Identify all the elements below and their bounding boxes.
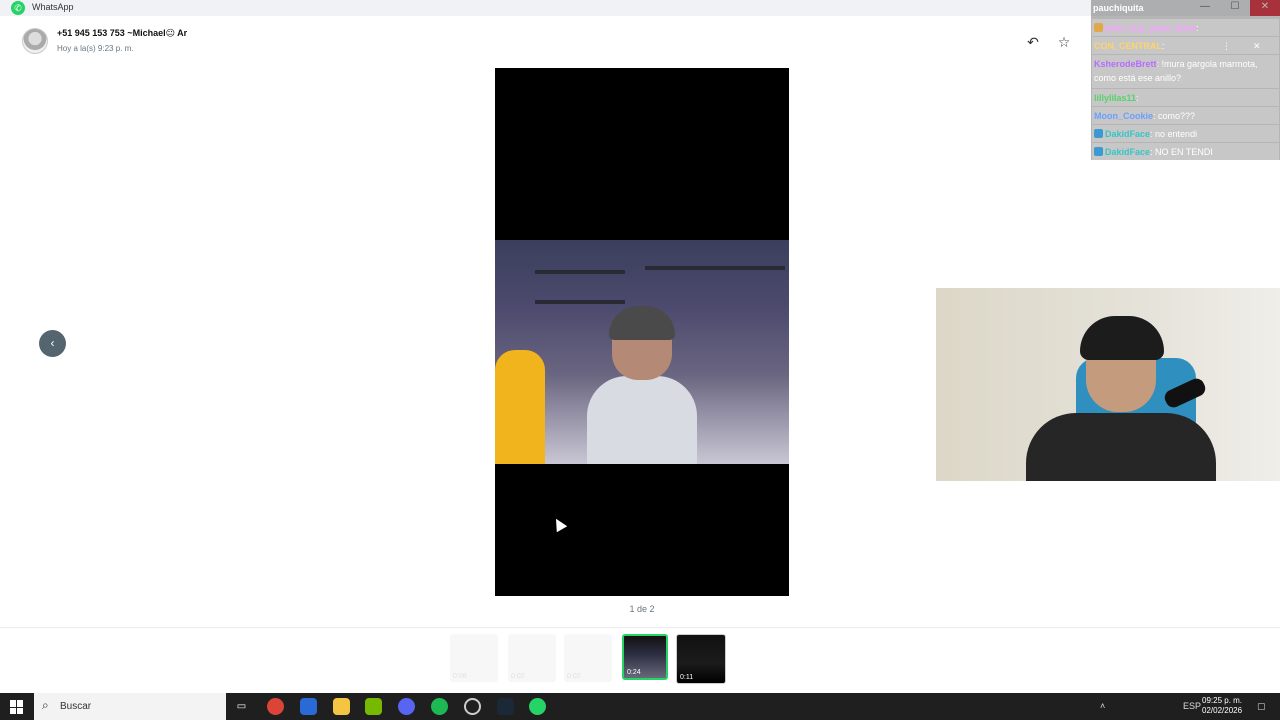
video-player[interactable]: [495, 68, 789, 596]
chat-message: Moon_Cookie: como???: [1092, 107, 1279, 124]
chat-message: CON_CENTRAL: ⋮ ✕: [1092, 37, 1279, 54]
chat-message: plim_bcp_yape_bbva:: [1092, 19, 1279, 36]
contact-avatar[interactable]: [22, 28, 48, 54]
chat-message: KsherodeBrett: !mura gargola marmota, co…: [1092, 55, 1279, 88]
chevron-up-icon[interactable]: ˄: [1100, 701, 1105, 711]
steam-icon[interactable]: [497, 698, 514, 715]
reply-icon[interactable]: ↶: [1024, 33, 1042, 51]
star-icon[interactable]: ☆: [1055, 33, 1073, 51]
taskbar-search[interactable]: ⌕ Buscar: [34, 693, 226, 720]
chat-message: DakidFace: no entendi: [1092, 125, 1279, 142]
close-icon[interactable]: ✕: [1253, 39, 1261, 53]
chrome-icon[interactable]: [267, 698, 284, 715]
taskbar-clock[interactable]: 09:25 p. m. 02/02/2026: [1202, 696, 1242, 716]
page-counter: 1 de 2: [629, 604, 655, 614]
discord-icon[interactable]: [398, 698, 415, 715]
notification-icon[interactable]: ▢: [1257, 701, 1266, 712]
search-label: Buscar: [60, 701, 92, 712]
window-titlebar: ✆ WhatsApp — ☐ ✕: [0, 0, 1280, 16]
webcam-overlay: [936, 288, 1280, 481]
obs-icon[interactable]: [464, 698, 481, 715]
stream-chat-overlay: pauchiquita plim_bcp_yape_bbva: CON_CENT…: [1091, 0, 1280, 160]
more-options-icon[interactable]: ⋮: [1222, 39, 1231, 53]
whatsapp-logo-icon: ✆: [11, 1, 25, 15]
search-icon: ⌕: [42, 698, 49, 712]
language-indicator[interactable]: ESP: [1183, 701, 1201, 711]
nvidia-icon[interactable]: [365, 698, 382, 715]
thumbnail[interactable]: 0:02: [564, 634, 612, 682]
chat-title: pauchiquita: [1093, 3, 1144, 13]
file-explorer-icon[interactable]: [333, 698, 350, 715]
plush-toy: [495, 350, 545, 464]
chat-message: DakidFace: NO EN TENDI: [1092, 143, 1279, 160]
task-view-icon[interactable]: ▭: [233, 698, 250, 715]
thumbnail[interactable]: 0:02: [508, 634, 556, 682]
message-timestamp: Hoy a la(s) 9:23 p. m.: [57, 44, 134, 53]
windows-taskbar: ⌕ Buscar ▭ ˄ ESP 09:25 p. m. 02/02/2026 …: [0, 693, 1280, 720]
thumbnail-active[interactable]: 0:24: [622, 634, 668, 680]
whatsapp-taskbar-icon[interactable]: [529, 698, 546, 715]
store-icon[interactable]: [300, 698, 317, 715]
chat-message: lillylilas11:: [1092, 89, 1279, 106]
spotify-icon[interactable]: [431, 698, 448, 715]
thumbnail[interactable]: 0:08: [450, 634, 498, 682]
thumbnail[interactable]: 0:11: [676, 634, 726, 684]
media-viewer-header: +51 945 153 753 ~Michael😐 Ar Hoy a la(s)…: [0, 20, 1090, 64]
streamer-figure: [587, 306, 697, 464]
previous-media-button[interactable]: ‹: [39, 330, 66, 357]
divider: [0, 627, 1280, 628]
window-title: WhatsApp: [32, 2, 74, 12]
contact-name: +51 945 153 753 ~Michael😐 Ar: [57, 28, 188, 38]
video-frame: [495, 240, 789, 464]
windows-start-icon[interactable]: [10, 700, 24, 714]
